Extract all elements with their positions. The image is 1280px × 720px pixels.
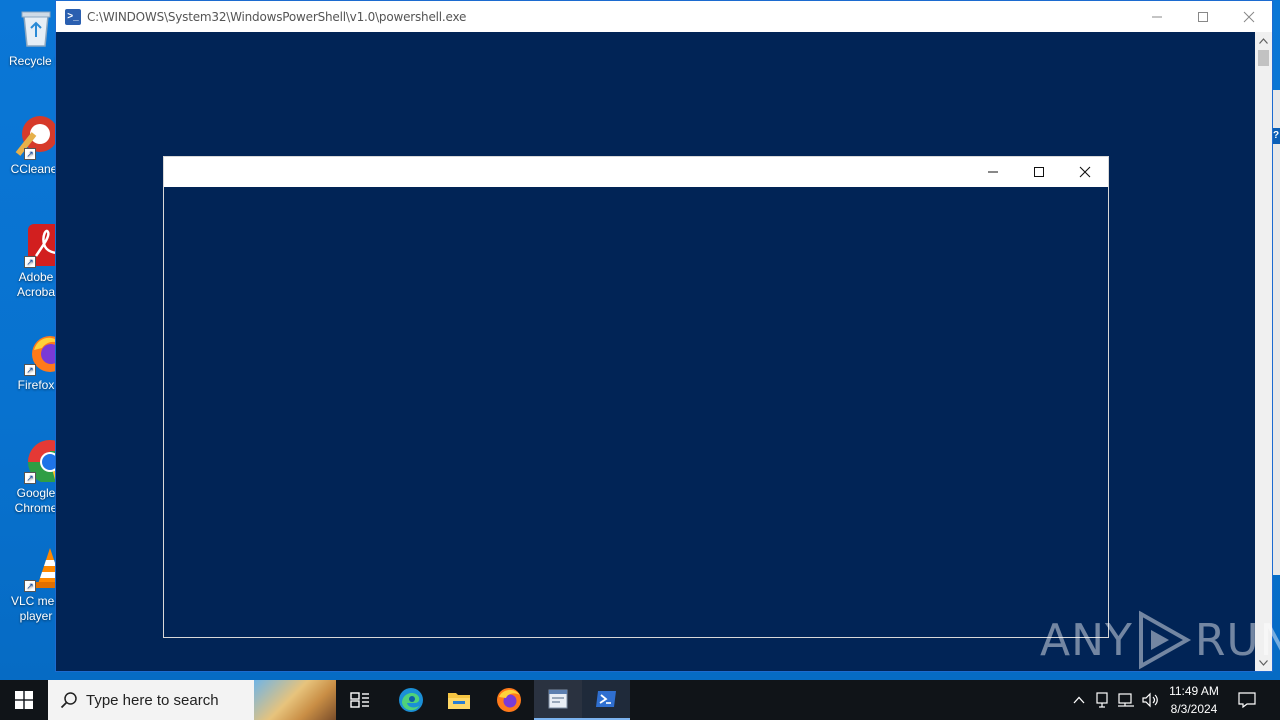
adobe-acrobat-icon: ↗ [14,222,68,268]
clock-time: 11:49 AM [1169,684,1219,698]
powershell-icon [596,691,616,707]
close-button[interactable] [1226,1,1272,32]
minimize-button[interactable] [1134,1,1180,32]
show-hidden-icons-button[interactable] [1068,680,1090,720]
taskbar-powershell[interactable] [582,680,630,720]
shortcut-arrow-icon: ↗ [24,472,36,484]
recycle-bin-icon [14,6,58,50]
network-button[interactable] [1115,680,1137,720]
shortcut-arrow-icon: ↗ [24,580,36,592]
application-window-icon [548,689,568,709]
taskbar-file-explorer[interactable] [435,680,483,720]
action-center-button[interactable] [1232,680,1262,720]
device-icon [1096,692,1108,708]
search-placeholder: Type here to search [86,691,219,709]
clock-date: 8/3/2024 [1170,702,1218,716]
maximize-button[interactable] [1180,1,1226,32]
taskbar-firefox[interactable] [485,680,533,720]
volume-button[interactable] [1140,680,1162,720]
inner-window[interactable] [163,156,1109,638]
network-icon [1118,693,1134,707]
maximize-icon [1198,11,1208,22]
start-button[interactable] [0,680,48,720]
shortcut-arrow-icon: ↗ [24,148,36,160]
folder-icon [448,693,470,709]
help-icon: ? [1272,128,1280,144]
shortcut-arrow-icon: ↗ [24,364,36,376]
taskbar-edge[interactable] [387,680,435,720]
close-icon [1079,166,1091,178]
firefox-icon [497,688,521,712]
firefox-icon: ↗ [14,330,68,376]
scrollbar-thumb[interactable] [1258,50,1269,66]
search-icon [60,692,77,709]
edge-icon [399,688,423,712]
powershell-titlebar[interactable]: >_ C:\WINDOWS\System32\WindowsPowerShell… [56,1,1272,32]
windows-logo-icon [15,691,33,709]
minimize-icon [1152,16,1162,17]
background-window-edge: ? [1272,90,1280,575]
inner-maximize-button[interactable] [1016,157,1062,187]
ccleaner-icon: ↗ [14,114,58,160]
watermark-text-right: RUN [1194,614,1280,666]
shortcut-arrow-icon: ↗ [24,256,36,268]
powershell-icon: >_ [65,8,81,25]
taskbar-open-app[interactable] [534,680,582,720]
chevron-up-icon [1073,696,1085,704]
anyrun-watermark: ANY RUN [1040,608,1280,672]
chrome-icon: ↗ [14,438,72,484]
minimize-icon [988,171,998,173]
inner-minimize-button[interactable] [970,157,1016,187]
chevron-up-icon [1259,37,1268,44]
maximize-icon [1034,167,1044,177]
notification-icon [1238,692,1256,708]
tray-device-icon-button[interactable] [1092,680,1112,720]
scroll-up-button[interactable] [1255,32,1272,49]
speaker-icon [1142,692,1158,708]
task-view-icon [350,692,369,708]
inner-close-button[interactable] [1062,157,1108,187]
search-highlight-image [254,680,336,720]
taskbar: Type here to search 11:49 AM 8/3/2024 [0,680,1280,720]
inner-window-titlebar[interactable] [164,157,1108,187]
vlc-icon: ↗ [14,546,66,592]
play-logo-icon [1138,610,1191,670]
taskbar-clock[interactable]: 11:49 AM 8/3/2024 [1162,682,1226,718]
vertical-scrollbar[interactable] [1255,32,1272,671]
window-title: C:\WINDOWS\System32\WindowsPowerShell\v1… [87,9,467,24]
close-icon [1243,11,1255,22]
task-view-button[interactable] [336,680,384,720]
taskbar-search-box[interactable]: Type here to search [48,680,336,720]
watermark-text-left: ANY [1040,614,1133,666]
